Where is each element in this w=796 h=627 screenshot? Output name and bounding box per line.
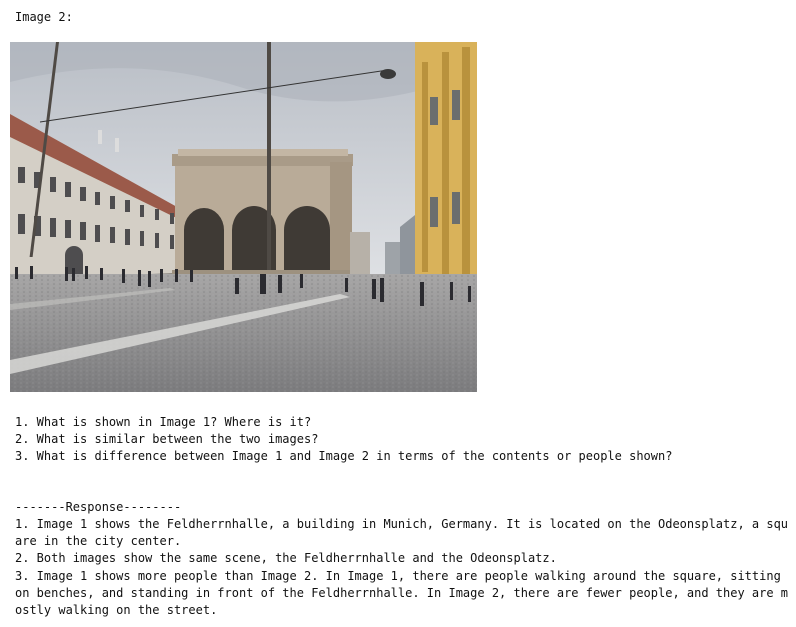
question-list: 1. What is shown in Image 1? Where is it… [15,414,672,466]
question-item: 1. What is shown in Image 1? Where is it… [15,415,312,429]
feldherrnhalle-photo [10,42,477,392]
response-divider: -------Response-------- [15,500,182,514]
response-item: 2. Both images show the same scene, the … [15,551,557,566]
image-label: Image 2: [15,10,73,24]
question-item: 3. What is difference between Image 1 an… [15,449,673,464]
right-residenz-building [415,42,477,297]
response-body: 1. Image 1 shows the Feldherrnhalle, a b… [15,516,791,619]
question-item: 2. What is similar between the two image… [15,432,319,447]
response-item: 3. Image 1 shows more people than Image … [15,568,789,618]
response-item: 1. Image 1 shows the Feldherrnhalle, a b… [15,517,789,549]
feldherrnhalle-loggia [172,149,357,280]
